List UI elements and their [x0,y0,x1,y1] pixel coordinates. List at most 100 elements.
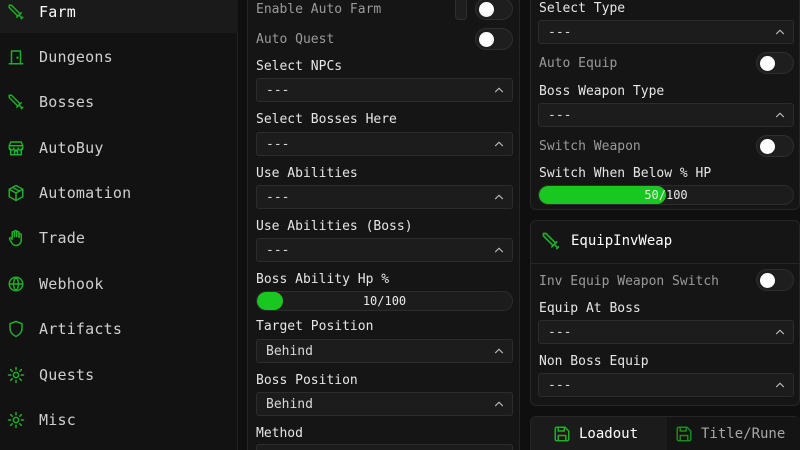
sword-icon [6,2,26,22]
divider [531,263,799,264]
auto-quest-label: Auto Quest [256,32,335,47]
target-position-label: Target Position [256,319,374,334]
chevron-up-icon [773,24,787,38]
equip-inv-weap-panel: EquipInvWeap Inv Equip Weapon Switch Equ… [530,220,800,406]
sidebar-item-label: Automation [39,184,132,202]
door-icon [6,47,26,67]
chevron-up-icon [773,377,787,391]
toggle-knob [479,2,494,17]
shop-icon [6,138,26,158]
chevron-up-icon [773,107,787,121]
boss-ability-hp-label: Boss Ability Hp % [256,272,390,287]
sidebar: Farm Dungeons Bosses AutoBuy Automation … [0,0,238,450]
shield-icon [6,319,26,339]
boss-weapon-type-dropdown[interactable]: --- [538,103,794,127]
boss-position-dropdown[interactable]: Behind [256,392,513,416]
chevron-up-icon [492,136,506,150]
enable-auto-farm-toggle[interactable] [475,0,513,20]
use-abilities-label: Use Abilities [256,166,358,181]
sidebar-item-webhook[interactable]: Webhook [0,263,238,305]
chevron-up-icon [492,242,506,256]
cog-icon [6,410,26,430]
select-npcs-label: Select NPCs [256,59,343,74]
sidebar-item-misc[interactable]: Misc [0,399,238,441]
non-boss-equip-dropdown[interactable]: --- [538,373,794,397]
sidebar-item-trade[interactable]: Trade [0,217,238,259]
select-type-label: Select Type [539,1,626,16]
slider-value: 50/100 [644,188,688,202]
chevron-up-icon [773,324,787,338]
chevron-up-icon [492,189,506,203]
dropdown-value: --- [548,325,572,340]
target-position-dropdown[interactable]: Behind [256,339,513,363]
keybind-box[interactable] [455,0,467,20]
tab-label: Title/Rune [701,426,786,442]
auto-quest-toggle[interactable] [475,28,513,50]
toggle-knob [479,32,494,47]
boss-position-label: Boss Position [256,373,358,388]
farm-settings-panel: Enable Auto Farm Auto Quest Select NPCs … [247,0,520,450]
toggle-knob [760,273,775,288]
sidebar-item-artifacts[interactable]: Artifacts [0,308,238,350]
method-dropdown[interactable] [256,444,513,450]
sidebar-item-label: Dungeons [39,48,113,66]
dropdown-value: --- [548,378,572,393]
toggle-knob [760,56,775,71]
sidebar-item-quests[interactable]: Quests [0,354,238,396]
sidebar-item-bosses[interactable]: Bosses [0,81,238,123]
tab-title-rune[interactable]: Title/Rune [667,417,800,450]
dropdown-value: Behind [266,397,313,412]
auto-equip-toggle[interactable] [756,52,794,74]
sidebar-item-label: AutoBuy [39,139,104,157]
chevron-up-icon [492,82,506,96]
sidebar-item-farm[interactable]: Farm [0,0,238,33]
switch-weapon-label: Switch Weapon [539,139,641,154]
dropdown-value: --- [266,243,290,258]
method-label: Method [256,426,303,441]
auto-equip-label: Auto Equip [539,56,618,71]
sidebar-item-label: Misc [39,411,76,429]
dropdown-value: --- [266,137,290,152]
section-title: EquipInvWeap [571,233,673,249]
sidebar-item-automation[interactable]: Automation [0,172,238,214]
select-type-dropdown[interactable]: --- [538,20,794,44]
sidebar-item-label: Quests [39,366,95,384]
bottom-tabbar: Loadout Title/Rune [530,416,800,450]
save-icon [553,425,571,443]
dropdown-value: Behind [266,344,313,359]
chevron-up-icon [492,343,506,357]
sidebar-item-label: Farm [39,3,76,21]
switch-below-hp-label: Switch When Below % HP [539,166,712,181]
globe-icon [6,274,26,294]
save-icon [675,425,693,443]
tab-loadout[interactable]: Loadout [531,417,667,450]
sword-icon [6,92,26,112]
toggle-knob [760,139,775,154]
hand-icon [6,228,26,248]
sidebar-item-label: Webhook [39,275,104,293]
equip-at-boss-dropdown[interactable]: --- [538,320,794,344]
switch-weapon-toggle[interactable] [756,135,794,157]
inv-equip-switch-toggle[interactable] [756,269,794,291]
use-abilities-boss-dropdown[interactable]: --- [256,238,513,262]
boss-ability-hp-slider[interactable]: 10/100 [256,291,513,311]
equip-at-boss-label: Equip At Boss [539,301,641,316]
select-bosses-dropdown[interactable]: --- [256,132,513,156]
sidebar-item-label: Bosses [39,93,95,111]
switch-below-hp-slider[interactable]: 50/100 [538,185,794,205]
non-boss-equip-label: Non Boss Equip [539,354,649,369]
sidebar-item-label: Artifacts [39,320,123,338]
sidebar-item-dungeons[interactable]: Dungeons [0,36,238,78]
sidebar-item-autobuy[interactable]: AutoBuy [0,127,238,169]
enable-auto-farm-label: Enable Auto Farm [256,2,382,17]
select-npcs-dropdown[interactable]: --- [256,78,513,102]
tab-label: Loadout [579,426,639,442]
slider-value: 10/100 [362,294,407,308]
box-icon [6,183,26,203]
boss-weapon-type-label: Boss Weapon Type [539,84,665,99]
chevron-up-icon [492,396,506,410]
dropdown-value: --- [266,190,290,205]
dropdown-value: --- [548,25,572,40]
select-bosses-label: Select Bosses Here [256,112,397,127]
use-abilities-dropdown[interactable]: --- [256,185,513,209]
